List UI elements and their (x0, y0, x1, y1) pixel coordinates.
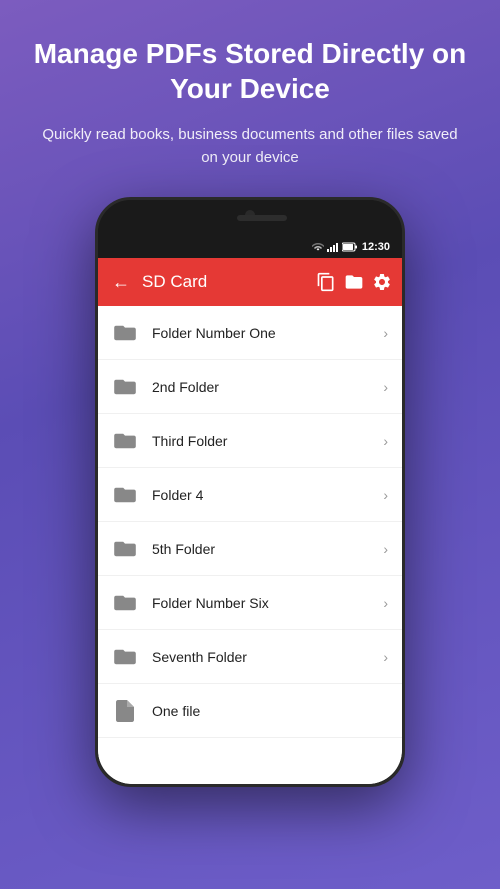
phone-top (98, 200, 402, 236)
folder-icon (112, 536, 138, 562)
status-time: 12:30 (362, 241, 390, 253)
list-item[interactable]: Third Folder› (98, 414, 402, 468)
phone-frame: 12:30 ← SD Card (95, 197, 405, 787)
app-bar-title: SD Card (142, 272, 308, 292)
list-item[interactable]: One file (98, 684, 402, 738)
folder-icon (112, 644, 138, 670)
file-name: One file (152, 703, 388, 719)
folder-icon (112, 320, 138, 346)
file-name: Seventh Folder (152, 649, 383, 665)
signal-icon (327, 242, 339, 252)
app-bar: ← SD Card (98, 258, 402, 306)
folder-icon (112, 374, 138, 400)
file-name: Folder Number One (152, 325, 383, 341)
file-list: Folder Number One› 2nd Folder› Third Fol… (98, 306, 402, 784)
chevron-right-icon: › (383, 379, 388, 395)
list-item[interactable]: Seventh Folder› (98, 630, 402, 684)
file-name: 2nd Folder (152, 379, 383, 395)
status-icons (312, 242, 358, 252)
folder-icon (112, 482, 138, 508)
file-name: 5th Folder (152, 541, 383, 557)
chevron-right-icon: › (383, 487, 388, 503)
file-name: Folder 4 (152, 487, 383, 503)
battery-icon (342, 242, 358, 252)
folder-icon (112, 428, 138, 454)
hero-title: Manage PDFs Stored Directly on Your Devi… (0, 36, 500, 106)
settings-icon[interactable] (372, 272, 392, 292)
copy-icon[interactable] (316, 272, 336, 292)
file-name: Third Folder (152, 433, 383, 449)
hero-subtitle: Quickly read books, business documents a… (0, 124, 500, 169)
chevron-right-icon: › (383, 649, 388, 665)
list-item[interactable]: Folder Number One› (98, 306, 402, 360)
back-button[interactable]: ← (108, 268, 134, 297)
speaker-grille (237, 215, 287, 221)
chevron-right-icon: › (383, 541, 388, 557)
folder-icon[interactable] (344, 272, 364, 292)
list-item[interactable]: 2nd Folder› (98, 360, 402, 414)
folder-icon (112, 590, 138, 616)
list-item[interactable]: Folder Number Six› (98, 576, 402, 630)
app-bar-actions (316, 272, 392, 292)
phone-screen: 12:30 ← SD Card (98, 236, 402, 784)
file-name: Folder Number Six (152, 595, 383, 611)
list-item[interactable]: 5th Folder› (98, 522, 402, 576)
status-bar: 12:30 (98, 236, 402, 258)
chevron-right-icon: › (383, 325, 388, 341)
chevron-right-icon: › (383, 595, 388, 611)
wifi-icon (312, 242, 324, 252)
chevron-right-icon: › (383, 433, 388, 449)
list-item[interactable]: Folder 4› (98, 468, 402, 522)
file-icon (112, 698, 138, 724)
